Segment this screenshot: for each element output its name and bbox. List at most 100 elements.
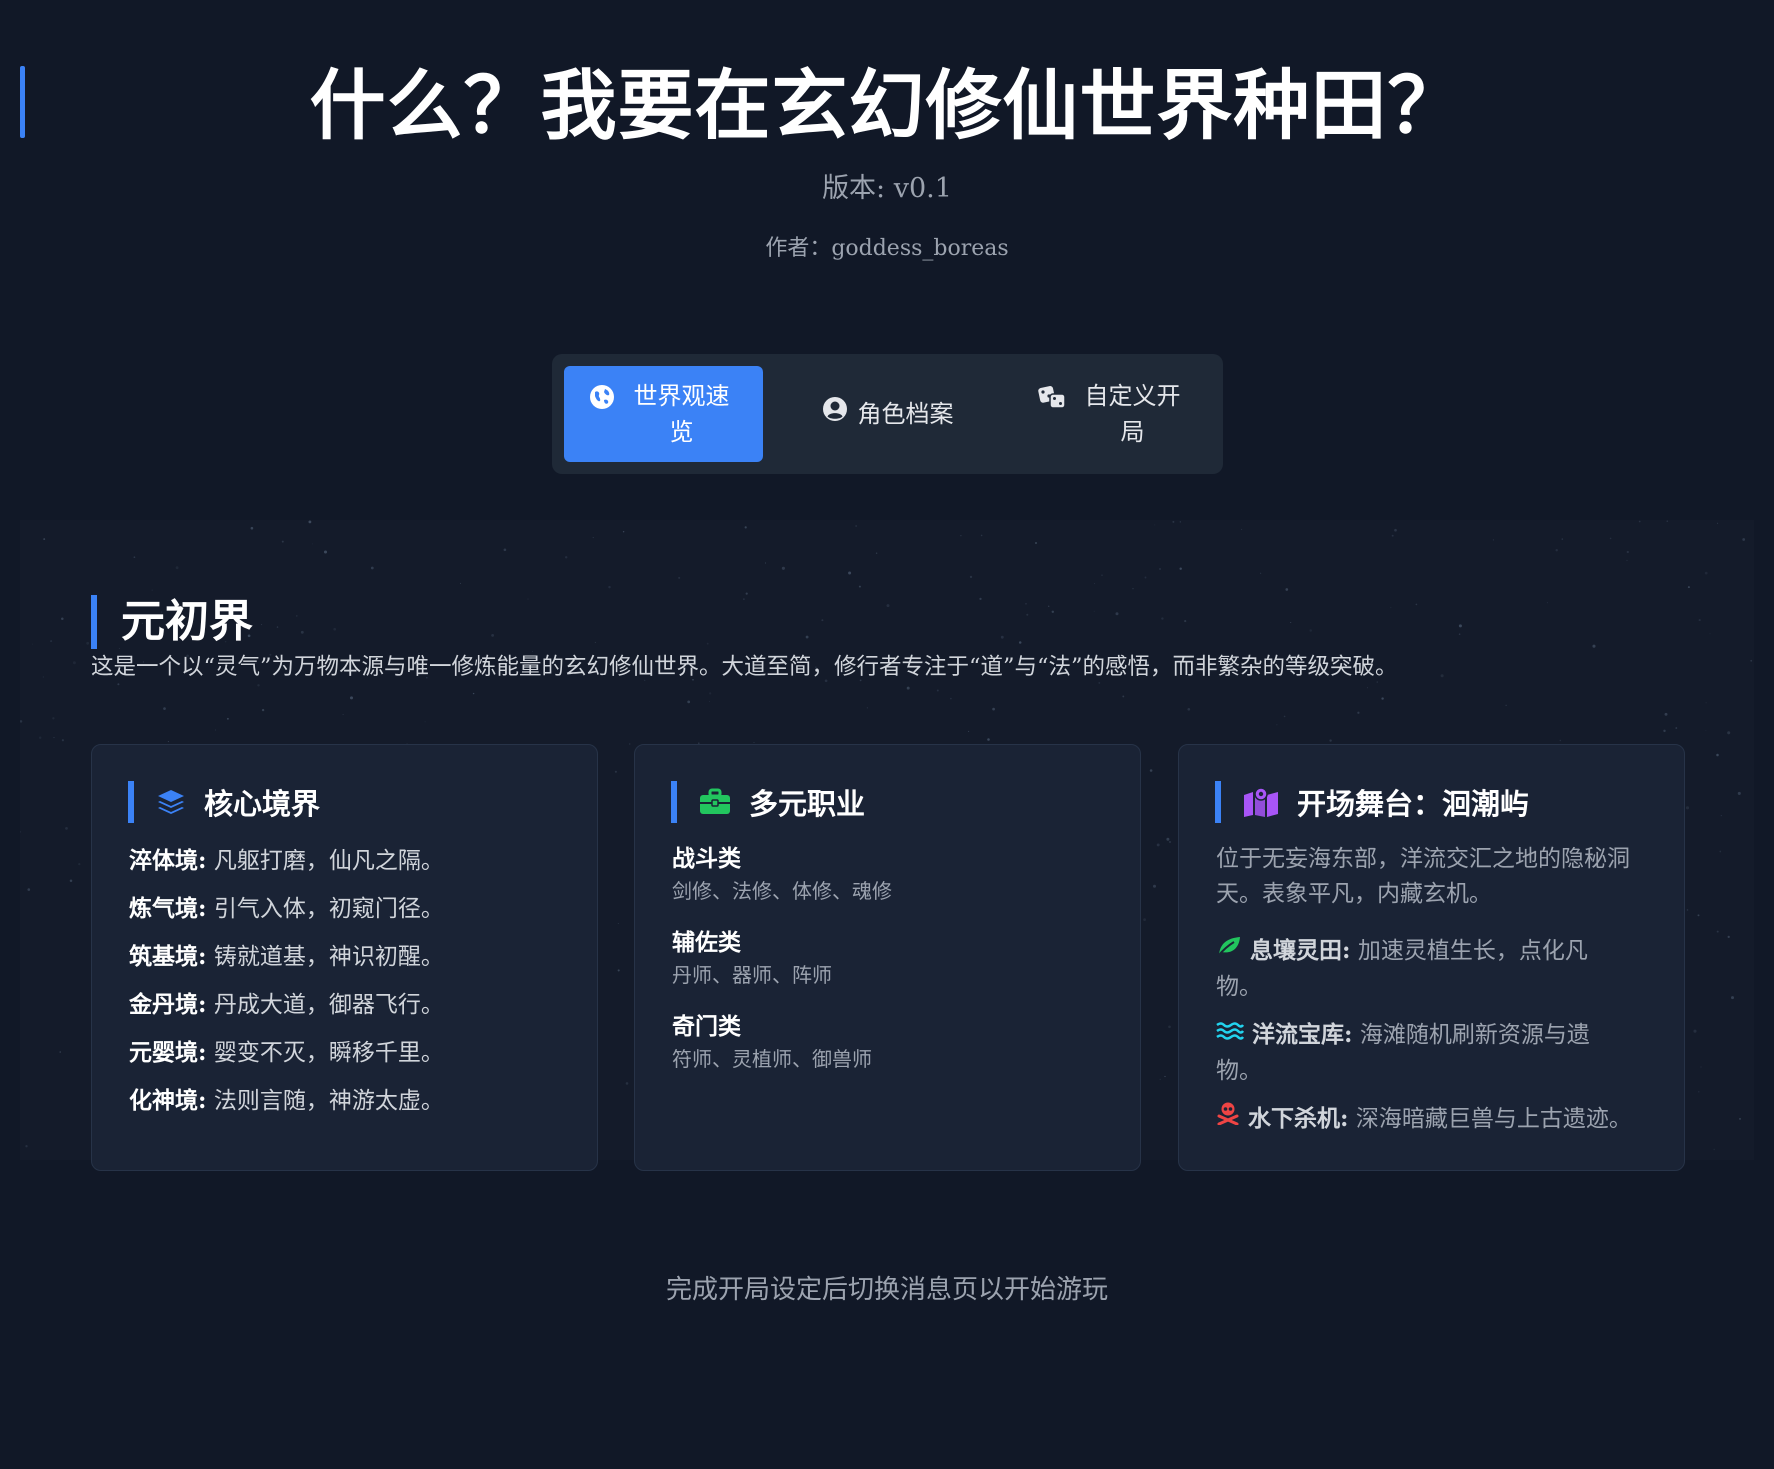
card-title: 开场舞台：洄潮屿 xyxy=(1297,787,1530,821)
star-dot xyxy=(1750,659,1753,662)
dice-icon xyxy=(1037,384,1069,420)
star-dot xyxy=(1440,674,1444,678)
star-dot xyxy=(1285,588,1289,591)
version-label: 版本: v0.1 xyxy=(822,173,952,204)
world-title: 元初界 xyxy=(121,596,253,647)
star-dot xyxy=(214,729,216,731)
star-dot xyxy=(1391,534,1394,537)
star-dot xyxy=(65,827,68,830)
star-dot xyxy=(821,619,824,622)
section-accent-bar xyxy=(91,595,97,649)
card-accent-bar xyxy=(1215,781,1221,823)
profession-group-list: 符师、灵植师、御兽师 xyxy=(672,1047,872,1071)
feature-desc: 深海暗藏巨兽与上古遗迹。 xyxy=(1355,1106,1632,1132)
star-dot xyxy=(370,566,374,570)
star-dot xyxy=(744,526,747,529)
star-dot xyxy=(1184,620,1187,623)
profession-group-name: 奇门类 xyxy=(672,1013,741,1040)
star-dot xyxy=(753,741,755,744)
star-dot xyxy=(805,635,809,639)
star-dot xyxy=(866,707,868,709)
tab-label: 自定义开局 xyxy=(1084,382,1181,446)
star-dot xyxy=(1329,739,1332,742)
realm-name: 筑基境: xyxy=(129,943,207,970)
card-opening-stage: 开场舞台：洄潮屿 位于无妄海东部，洋流交汇之地的隐秘洞天。表象平凡，内藏玄机。 … xyxy=(1178,744,1685,1171)
star-dot xyxy=(1168,1025,1171,1029)
tab-custom-start[interactable]: 自定义开局 xyxy=(1012,366,1211,462)
star-dot xyxy=(1394,528,1397,532)
star-dot xyxy=(27,888,31,891)
realm-name: 化神境: xyxy=(129,1087,207,1114)
realm-item: 化神境: 法则言随，神游太虚。 xyxy=(129,1085,444,1117)
skull-icon xyxy=(1216,1101,1240,1136)
realm-item: 淬体境: 凡躯打磨，仙凡之隔。 xyxy=(129,845,444,877)
star-dot xyxy=(1717,522,1719,524)
tab-character-profile[interactable]: 角色档案 xyxy=(788,366,987,462)
realm-desc: 婴变不灭，瞬移千里。 xyxy=(213,1040,444,1066)
tab-world-overview[interactable]: 世界观速览 xyxy=(564,366,763,462)
realm-desc: 法则言随，神游太虚。 xyxy=(213,1088,444,1114)
star-dot xyxy=(706,642,709,645)
realm-item: 炼气境: 引气入体，初窥门径。 xyxy=(129,893,444,925)
star-dot xyxy=(1705,729,1707,731)
star-dot xyxy=(151,589,153,591)
star-dot xyxy=(42,676,44,678)
star-dot xyxy=(906,686,910,690)
star-dot xyxy=(491,633,495,637)
star-dot xyxy=(1115,612,1119,616)
star-dot xyxy=(1179,521,1181,523)
author-label: 作者：goddess_boreas xyxy=(765,236,1009,261)
star-dot xyxy=(349,696,354,700)
star-dot xyxy=(1675,727,1678,729)
star-dot xyxy=(53,737,55,739)
star-dot xyxy=(1381,697,1384,700)
star-dot xyxy=(25,1145,28,1148)
star-dot xyxy=(1260,572,1262,574)
star-dot xyxy=(745,592,748,595)
star-dot xyxy=(261,624,263,626)
star-dot xyxy=(592,537,594,539)
star-dot xyxy=(424,721,426,723)
star-dot xyxy=(1738,1117,1742,1120)
star-dot xyxy=(300,630,304,634)
star-dot xyxy=(503,548,507,552)
realm-name: 元婴境: xyxy=(129,1039,207,1066)
star-dot xyxy=(1159,568,1161,570)
user-circle-icon xyxy=(822,396,848,432)
star-dot xyxy=(936,689,939,692)
star-dot xyxy=(1559,739,1562,742)
tab-label: 角色档案 xyxy=(857,400,954,428)
star-dot xyxy=(980,534,983,537)
star-dot xyxy=(1626,550,1629,554)
star-dot xyxy=(333,627,337,631)
star-dot xyxy=(1716,753,1719,757)
star-dot xyxy=(564,556,568,559)
star-dot xyxy=(167,741,169,743)
feature-name: 息壤灵田: xyxy=(1250,937,1351,964)
star-dot xyxy=(20,830,22,833)
star-dot xyxy=(296,615,298,617)
star-dot xyxy=(50,640,53,643)
star-dot xyxy=(1666,520,1669,522)
realm-desc: 凡躯打磨，仙凡之隔。 xyxy=(213,848,444,874)
star-dot xyxy=(312,543,313,545)
star-dot xyxy=(1026,613,1029,616)
star-dot xyxy=(617,969,620,972)
star-dot xyxy=(1149,769,1153,772)
star-dot xyxy=(687,700,691,704)
star-dot xyxy=(1172,520,1175,523)
star-dot xyxy=(1458,633,1461,636)
star-dot xyxy=(594,641,596,643)
star-dot xyxy=(72,661,76,665)
star-dot xyxy=(460,582,461,584)
star-dot xyxy=(968,730,970,732)
star-dot xyxy=(960,535,962,537)
star-dot xyxy=(1309,629,1312,632)
star-dot xyxy=(614,770,617,773)
star-dot xyxy=(709,701,710,702)
star-dot xyxy=(1415,603,1418,606)
card-core-realms: 核心境界 淬体境: 凡躯打磨，仙凡之隔。 炼气境: 引气入体，初窥门径。 筑基境… xyxy=(91,744,598,1171)
card-header: 开场舞台：洄潮屿 xyxy=(1215,781,1529,823)
star-dot xyxy=(848,571,852,575)
star-dot xyxy=(1698,619,1701,622)
